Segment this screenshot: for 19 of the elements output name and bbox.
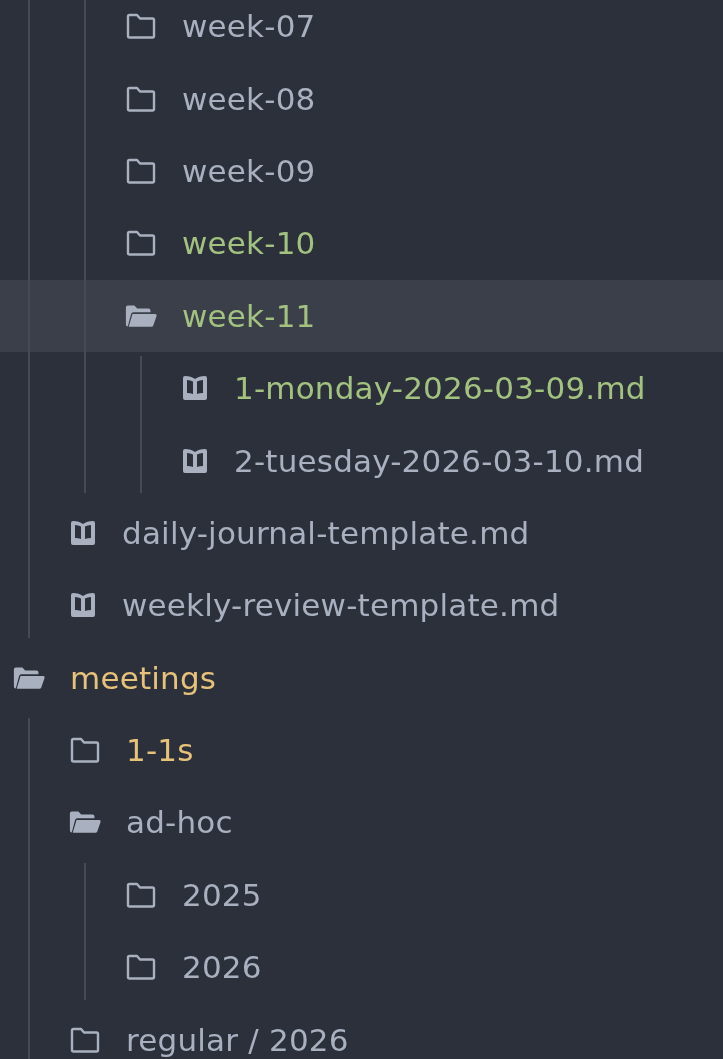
tree-item[interactable]: week-11 bbox=[0, 279, 723, 352]
tree-item[interactable]: ad-hoc bbox=[0, 786, 723, 859]
tree-item[interactable]: 1-monday-2026-03-09.md bbox=[0, 351, 723, 425]
book-icon bbox=[68, 518, 98, 547]
tree-item[interactable]: 1-1s bbox=[0, 713, 723, 787]
tree-item[interactable]: weekly-review-template.md bbox=[0, 569, 723, 642]
tree-item[interactable]: week-08 bbox=[0, 62, 723, 135]
tree-item[interactable]: daily-journal-template.md bbox=[0, 496, 723, 570]
tree-item[interactable]: 2026 bbox=[0, 931, 723, 1004]
book-icon bbox=[180, 446, 210, 475]
book-icon bbox=[68, 591, 98, 620]
book-icon bbox=[180, 374, 210, 403]
tree-item[interactable]: week-07 bbox=[0, 0, 723, 63]
tree-item[interactable]: regular / 2026 bbox=[0, 1003, 723, 1059]
tree-item[interactable]: 2025 bbox=[0, 858, 723, 932]
tree-item[interactable]: week-10 bbox=[0, 207, 723, 280]
tree-item[interactable]: meetings bbox=[0, 641, 723, 714]
tree-item[interactable]: 2-tuesday-2026-03-10.md bbox=[0, 424, 723, 497]
tree-item[interactable]: week-09 bbox=[0, 134, 723, 208]
